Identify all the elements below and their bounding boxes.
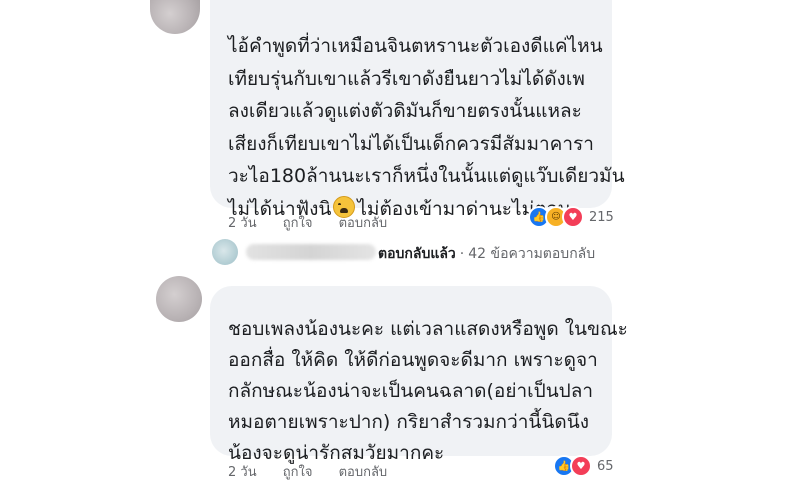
reply-author-name-blurred[interactable] [246, 244, 376, 260]
comment-text: ไอ้คำพูดที่ว่าเหมือนจินตหรานะตัวเองดีแค่… [228, 30, 625, 225]
reaction-summary[interactable]: 👍 ♥ 65 [553, 455, 614, 477]
reply-button[interactable]: ตอบกลับ [339, 465, 388, 480]
comment-line: หมอตายเพราะปาก) กริยาสำรวมกว่านี้นิดนึง [228, 411, 589, 433]
reply-author-avatar[interactable] [212, 239, 238, 265]
reply-button[interactable]: ตอบกลับ [339, 216, 388, 231]
comment-text: ชอบเพลงน้องนะคะ แต่เวลาแสดงหรือพูด ในขณะ… [228, 314, 628, 469]
comment-line: เสียงก็เทียบเขาไม่ได้เป็นเด็กควรมีสัมมาค… [228, 132, 594, 155]
comment-actions: 2 วัน ถูกใจ ตอบกลับ [228, 212, 409, 233]
separator-dot: · [459, 246, 465, 262]
reaction-summary[interactable]: 👍 ☺ ♥ 215 [528, 206, 614, 228]
like-button[interactable]: ถูกใจ [283, 216, 313, 231]
commenter-avatar[interactable] [156, 276, 202, 322]
replied-label: ตอบกลับแล้ว [378, 246, 456, 262]
reaction-count: 65 [597, 458, 614, 474]
comment-line: เทียบรุ่นกับเขาแล้วรีเขาดังยืนยาวไม่ได้ด… [228, 67, 585, 90]
like-button[interactable]: ถูกใจ [283, 465, 313, 480]
comment-line: ลงเดียวแล้วดูแต่งตัวดิมันก็ขายตรงนั้นแหล… [228, 100, 582, 122]
commenter-avatar[interactable] [150, 0, 200, 34]
comment-line: ไอ้คำพูดที่ว่าเหมือนจินตหรานะตัวเองดีแค่… [228, 35, 603, 57]
replies-count: 42 ข้อความตอบกลับ [468, 246, 596, 262]
comment-line: วะไอ180ล้านนะเราก็หนึ่งในนั้นแต่ดูแว๊บเด… [228, 165, 625, 187]
comment-line: ออกสื่อ ให้คิด ให้ดีก่อนพูดจะดีมาก เพราะ… [228, 349, 598, 371]
comment-actions: 2 วัน ถูกใจ ตอบกลับ [228, 461, 409, 482]
comment-line: ชอบเพลงน้องนะคะ แต่เวลาแสดงหรือพูด ในขณะ [228, 318, 628, 340]
love-reaction-icon: ♥ [562, 206, 584, 228]
love-reaction-icon: ♥ [570, 455, 592, 477]
comment-line: กลักษณะน้องน่าจะเป็นคนฉลาด(อย่าเป็นปลา [228, 380, 594, 402]
comment-timestamp[interactable]: 2 วัน [228, 465, 257, 480]
reaction-count: 215 [589, 209, 614, 225]
view-replies-link[interactable]: ตอบกลับแล้ว · 42 ข้อความตอบกลับ [378, 243, 595, 265]
comment-timestamp[interactable]: 2 วัน [228, 216, 257, 231]
